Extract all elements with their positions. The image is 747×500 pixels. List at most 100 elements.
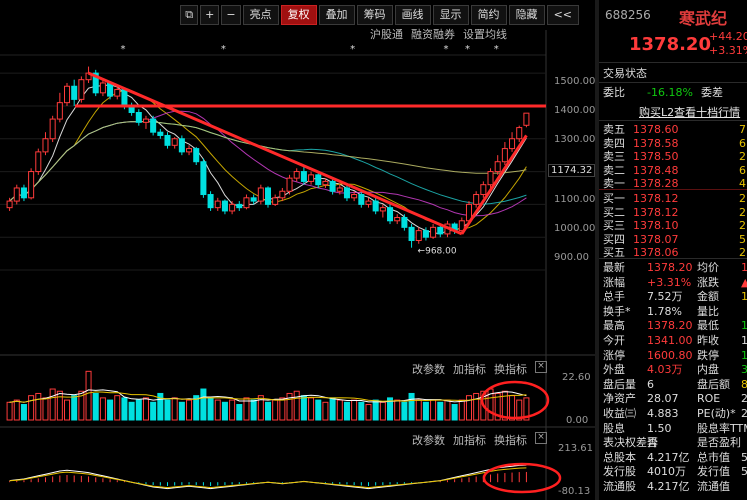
ask-price: 1378.58: [633, 136, 679, 150]
bid-row[interactable]: 买一 1378.12 2: [603, 192, 747, 205]
volume-bar: [92, 392, 99, 421]
toolbar-hide-button[interactable]: 隐藏: [508, 5, 545, 25]
candle-body: [473, 194, 480, 205]
stat-value: 13: [741, 334, 747, 347]
volume-bar: [408, 392, 415, 421]
close-icon[interactable]: ×: [535, 361, 547, 373]
stat-label: 总市值: [697, 450, 730, 464]
kline-chart[interactable]: ←968.00 * * * * * *: [0, 0, 595, 500]
volume-bar: [49, 388, 56, 421]
stat-label: 总手: [603, 290, 625, 304]
candle-body: [329, 180, 336, 192]
macd-edit-params-button[interactable]: 改参数: [412, 432, 445, 448]
stat-value: 1341.00: [647, 334, 693, 347]
volume-bar: [42, 397, 49, 421]
volume-switch-indicator-button[interactable]: 换指标: [494, 361, 527, 377]
toolbar-adjust-button[interactable]: 复权: [280, 5, 317, 25]
bid-row[interactable]: 买三 1378.10 2: [603, 219, 747, 232]
volume-bar: [365, 404, 372, 421]
buy-l2-link[interactable]: 购买L2查看十档行情: [639, 104, 740, 120]
stat-row: 换手* 1.78% 量比: [603, 305, 747, 318]
candle-body: [157, 131, 164, 136]
stat-label: 涨幅: [603, 275, 625, 289]
candle-body: [114, 89, 121, 97]
ask-row[interactable]: 卖四 1378.58 6: [603, 137, 747, 150]
volume-bar: [229, 399, 236, 421]
toolbar-display-button[interactable]: 显示: [432, 5, 469, 25]
bid-label: 买三: [603, 219, 625, 232]
close-icon[interactable]: ×: [535, 432, 547, 444]
volume-bar: [300, 395, 307, 421]
kline-chart-area[interactable]: ←968.00 * * * * * * ⧉ + − 亮点 复权 叠加 筹码 画线 显示 简约…: [0, 0, 595, 500]
bid-label: 买一: [603, 192, 625, 205]
ask-row[interactable]: 卖五 1378.60 7: [603, 123, 747, 136]
ask-row[interactable]: 卖二 1378.48 6: [603, 164, 747, 177]
minus-icon[interactable]: −: [221, 5, 241, 25]
macd-add-indicator-button[interactable]: 加指标: [453, 432, 486, 448]
volume-bar: [379, 401, 386, 421]
stat-row: 流通股 4.217亿 流通值: [603, 480, 747, 493]
trend-line: [87, 71, 463, 236]
candle-body: [394, 217, 401, 222]
toolbar-simple-button[interactable]: 简约: [470, 5, 507, 25]
price-change: +44.20 +3.31%: [709, 30, 747, 58]
volume-bar: [171, 397, 178, 421]
stat-label: 收益㈢: [603, 407, 636, 420]
candle-body: [6, 200, 13, 209]
stat-label: 跌停: [697, 348, 719, 362]
stat-value: 1.78%: [647, 304, 682, 318]
divider: [599, 189, 747, 190]
stat-label: 最低: [697, 319, 719, 333]
volume-bar: [207, 397, 214, 421]
bid-row[interactable]: 买二 1378.12 2: [603, 206, 747, 219]
bid-volume: 2: [739, 205, 746, 219]
macd-switch-indicator-button[interactable]: 换指标: [494, 432, 527, 448]
last-price: 1378.20: [629, 34, 711, 55]
collapse-icon[interactable]: <<: [546, 5, 579, 25]
stat-label: PE(动)*: [697, 407, 736, 420]
stock-code: 688256: [605, 8, 651, 22]
current-price-tag: 1174.32: [548, 164, 595, 177]
stat-label: 流通值: [697, 480, 730, 493]
bid-row[interactable]: 买四 1378.07 5: [603, 233, 747, 246]
volume-bar: [315, 399, 322, 421]
toolbar-draw-button[interactable]: 画线: [394, 5, 431, 25]
volume-bar: [394, 399, 401, 421]
volume-add-indicator-button[interactable]: 加指标: [453, 361, 486, 377]
price-axis-label: 1400.00: [554, 105, 595, 116]
volume-edit-params-button[interactable]: 改参数: [412, 361, 445, 377]
stat-row: 涨停 1600.80 跌停 10: [603, 349, 747, 362]
ask-row[interactable]: 卖三 1378.50 2: [603, 150, 747, 163]
stat-value: +3.31%: [647, 275, 692, 289]
stat-label: 换手*: [603, 304, 631, 318]
volume-bar: [372, 399, 379, 421]
bid-price: 1378.12: [633, 205, 679, 219]
volume-bar: [56, 390, 63, 421]
toolbar-overlay-button[interactable]: 叠加: [318, 5, 355, 25]
price-axis-label: 1000.00: [554, 223, 595, 234]
divider: [599, 120, 747, 121]
candle-body: [71, 85, 78, 100]
plus-icon[interactable]: +: [200, 5, 220, 25]
toolbar-highlight-button[interactable]: 亮点: [242, 5, 279, 25]
ask-label: 卖三: [603, 150, 625, 163]
ma-settings-link[interactable]: 设置均线: [463, 26, 507, 42]
price-axis-label: 1500.00: [554, 76, 595, 87]
candle-body: [272, 197, 279, 205]
volume-bar: [358, 401, 365, 421]
stat-label: 金额: [697, 290, 719, 304]
sub-toolbar: 沪股通 融资融券 设置均线: [370, 26, 507, 42]
margin-link[interactable]: 融资融券: [411, 26, 455, 42]
stat-label: 股息: [603, 421, 625, 435]
stat-value: 20: [741, 392, 747, 406]
volume-bar: [509, 395, 516, 421]
stat-label: 量比: [697, 304, 719, 318]
hk-connect-link[interactable]: 沪股通: [370, 26, 403, 42]
stat-value: 7.52万: [647, 290, 683, 304]
stat-label: 涨停: [603, 348, 625, 362]
toolbar-chips-button[interactable]: 筹码: [356, 5, 393, 25]
copy-icon[interactable]: ⧉: [180, 5, 199, 25]
volume-panel-toolbar: 改参数 加指标 换指标 ×: [412, 361, 547, 377]
stat-label: 总股本: [603, 450, 636, 464]
candle-body: [243, 197, 250, 209]
